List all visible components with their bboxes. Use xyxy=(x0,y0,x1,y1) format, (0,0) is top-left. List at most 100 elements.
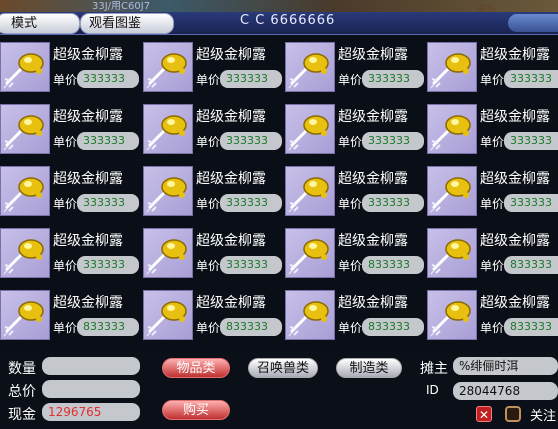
owner-label: 摊主 xyxy=(420,361,448,377)
golden-willow-dew-icon xyxy=(0,104,50,154)
top-strip-text: 33J/用C60J7 xyxy=(92,1,151,12)
golden-willow-dew-icon xyxy=(285,104,335,154)
price-field: 833333 xyxy=(504,256,558,274)
item-slot[interactable]: 超级金柳露 单价 333333 xyxy=(427,162,558,224)
price-label: 单价 xyxy=(196,197,221,211)
buy-button[interactable]: 购买 xyxy=(162,400,230,420)
price-label: 单价 xyxy=(338,321,363,335)
items-category-button[interactable]: 物品类 xyxy=(162,358,230,378)
item-slot[interactable]: 超级金柳露 单价 333333 xyxy=(143,38,285,100)
item-name: 超级金柳露 xyxy=(53,295,123,311)
craft-category-button[interactable]: 制造类 xyxy=(336,358,402,378)
item-name: 超级金柳露 xyxy=(338,47,408,63)
price-field: 333333 xyxy=(77,194,139,212)
item-grid: 超级金柳露 单价 333333 超级金柳露 单价 333333 超级金柳露 单价 333333 超… xyxy=(0,34,558,348)
item-slot[interactable]: 超级金柳露 单价 333333 xyxy=(143,100,285,162)
item-name: 超级金柳露 xyxy=(480,47,550,63)
mode-tab[interactable]: 模式 xyxy=(0,13,80,34)
quantity-field[interactable] xyxy=(42,357,140,375)
total-field xyxy=(42,380,140,398)
price-field: 333333 xyxy=(77,256,139,274)
follow-checkbox[interactable] xyxy=(505,406,521,422)
price-field: 333333 xyxy=(362,194,424,212)
golden-willow-dew-icon xyxy=(285,42,335,92)
item-slot[interactable]: 超级金柳露 单价 333333 xyxy=(0,224,142,286)
golden-willow-dew-icon xyxy=(0,228,50,278)
total-label: 总价 xyxy=(8,384,36,400)
item-name: 超级金柳露 xyxy=(196,233,266,249)
price-label: 单价 xyxy=(53,197,78,211)
item-name: 超级金柳露 xyxy=(196,295,266,311)
item-name: 超级金柳露 xyxy=(338,295,408,311)
golden-willow-dew-icon xyxy=(285,290,335,340)
price-label: 单价 xyxy=(196,73,221,87)
price-label: 单价 xyxy=(196,321,221,335)
id-label: ID xyxy=(426,383,439,397)
stall-tab-bar: 模式 观看图鉴 C C 6666666 xyxy=(0,12,558,35)
golden-willow-dew-icon xyxy=(143,104,193,154)
owner-field: %绯俪时洱 xyxy=(453,357,558,375)
item-slot[interactable]: 超级金柳露 单价 333333 xyxy=(0,100,142,162)
price-label: 单价 xyxy=(480,73,505,87)
price-label: 单价 xyxy=(53,73,78,87)
golden-willow-dew-icon xyxy=(0,42,50,92)
item-slot[interactable]: 超级金柳露单价 333333 xyxy=(143,162,285,224)
item-slot[interactable]: 超级金柳露单价 333333 xyxy=(427,38,558,100)
price-field: 333333 xyxy=(220,70,282,88)
stall-title: C C 6666666 xyxy=(240,13,336,28)
item-slot[interactable]: 超级金柳露单价 833333 xyxy=(143,286,285,348)
price-field: 333333 xyxy=(220,256,282,274)
price-label: 单价 xyxy=(196,135,221,149)
item-slot[interactable]: 超级金柳露单价 333333 xyxy=(0,162,142,224)
price-field: 833333 xyxy=(220,318,282,336)
item-slot[interactable]: 超级金柳露 单价 333333 xyxy=(0,38,142,100)
price-field: 333333 xyxy=(504,70,558,88)
item-slot[interactable]: 超级金柳露 单价 333333 xyxy=(285,100,427,162)
price-field: 333333 xyxy=(220,194,282,212)
item-slot[interactable]: 超级金柳露 单价 833333 xyxy=(285,286,427,348)
price-field: 833333 xyxy=(362,256,424,274)
item-name: 超级金柳露 xyxy=(338,233,408,249)
golden-willow-dew-icon xyxy=(427,290,477,340)
view-catalog-tab[interactable]: 观看图鉴 xyxy=(80,13,174,34)
item-slot[interactable]: 超级金柳露 单价 333333 xyxy=(285,162,427,224)
close-icon[interactable]: ✕ xyxy=(476,406,492,422)
item-slot[interactable]: 超级金柳露单价 333333 xyxy=(143,224,285,286)
item-name: 超级金柳露 xyxy=(53,171,123,187)
item-slot[interactable]: 超级金柳露单价 833333 xyxy=(427,224,558,286)
quantity-label: 数量 xyxy=(8,361,36,377)
price-label: 单价 xyxy=(480,259,505,273)
price-label: 单价 xyxy=(338,73,363,87)
price-field: 333333 xyxy=(504,132,558,150)
item-slot[interactable]: 超级金柳露单价 833333 xyxy=(285,224,427,286)
price-field: 833333 xyxy=(504,318,558,336)
item-slot[interactable]: 超级金柳露 单价 833333 xyxy=(427,286,558,348)
summon-category-button[interactable]: 召唤兽类 xyxy=(248,358,318,378)
item-name: 超级金柳露 xyxy=(196,109,266,125)
golden-willow-dew-icon xyxy=(143,42,193,92)
item-name: 超级金柳露 xyxy=(480,233,550,249)
price-field: 333333 xyxy=(77,70,139,88)
item-name: 超级金柳露 xyxy=(53,233,123,249)
item-name: 超级金柳露 xyxy=(196,171,266,187)
golden-willow-dew-icon xyxy=(143,228,193,278)
cash-label: 现金 xyxy=(8,407,36,423)
item-slot[interactable]: 超级金柳露 单价 333333 xyxy=(285,38,427,100)
price-label: 单价 xyxy=(480,135,505,149)
golden-willow-dew-icon xyxy=(427,42,477,92)
item-name: 超级金柳露 xyxy=(480,109,550,125)
item-slot[interactable]: 超级金柳露单价 333333 xyxy=(427,100,558,162)
id-field: 28044768 xyxy=(453,382,558,400)
price-field: 333333 xyxy=(362,132,424,150)
item-slot[interactable]: 超级金柳露 单价 833333 xyxy=(0,286,142,348)
price-label: 单价 xyxy=(53,321,78,335)
price-label: 单价 xyxy=(196,259,221,273)
item-name: 超级金柳露 xyxy=(480,171,550,187)
follow-label: 关注 xyxy=(530,409,557,424)
price-label: 单价 xyxy=(480,321,505,335)
price-label: 单价 xyxy=(338,259,363,273)
golden-willow-dew-icon xyxy=(427,228,477,278)
right-tab[interactable] xyxy=(508,14,558,32)
golden-willow-dew-icon xyxy=(143,290,193,340)
price-field: 333333 xyxy=(77,132,139,150)
